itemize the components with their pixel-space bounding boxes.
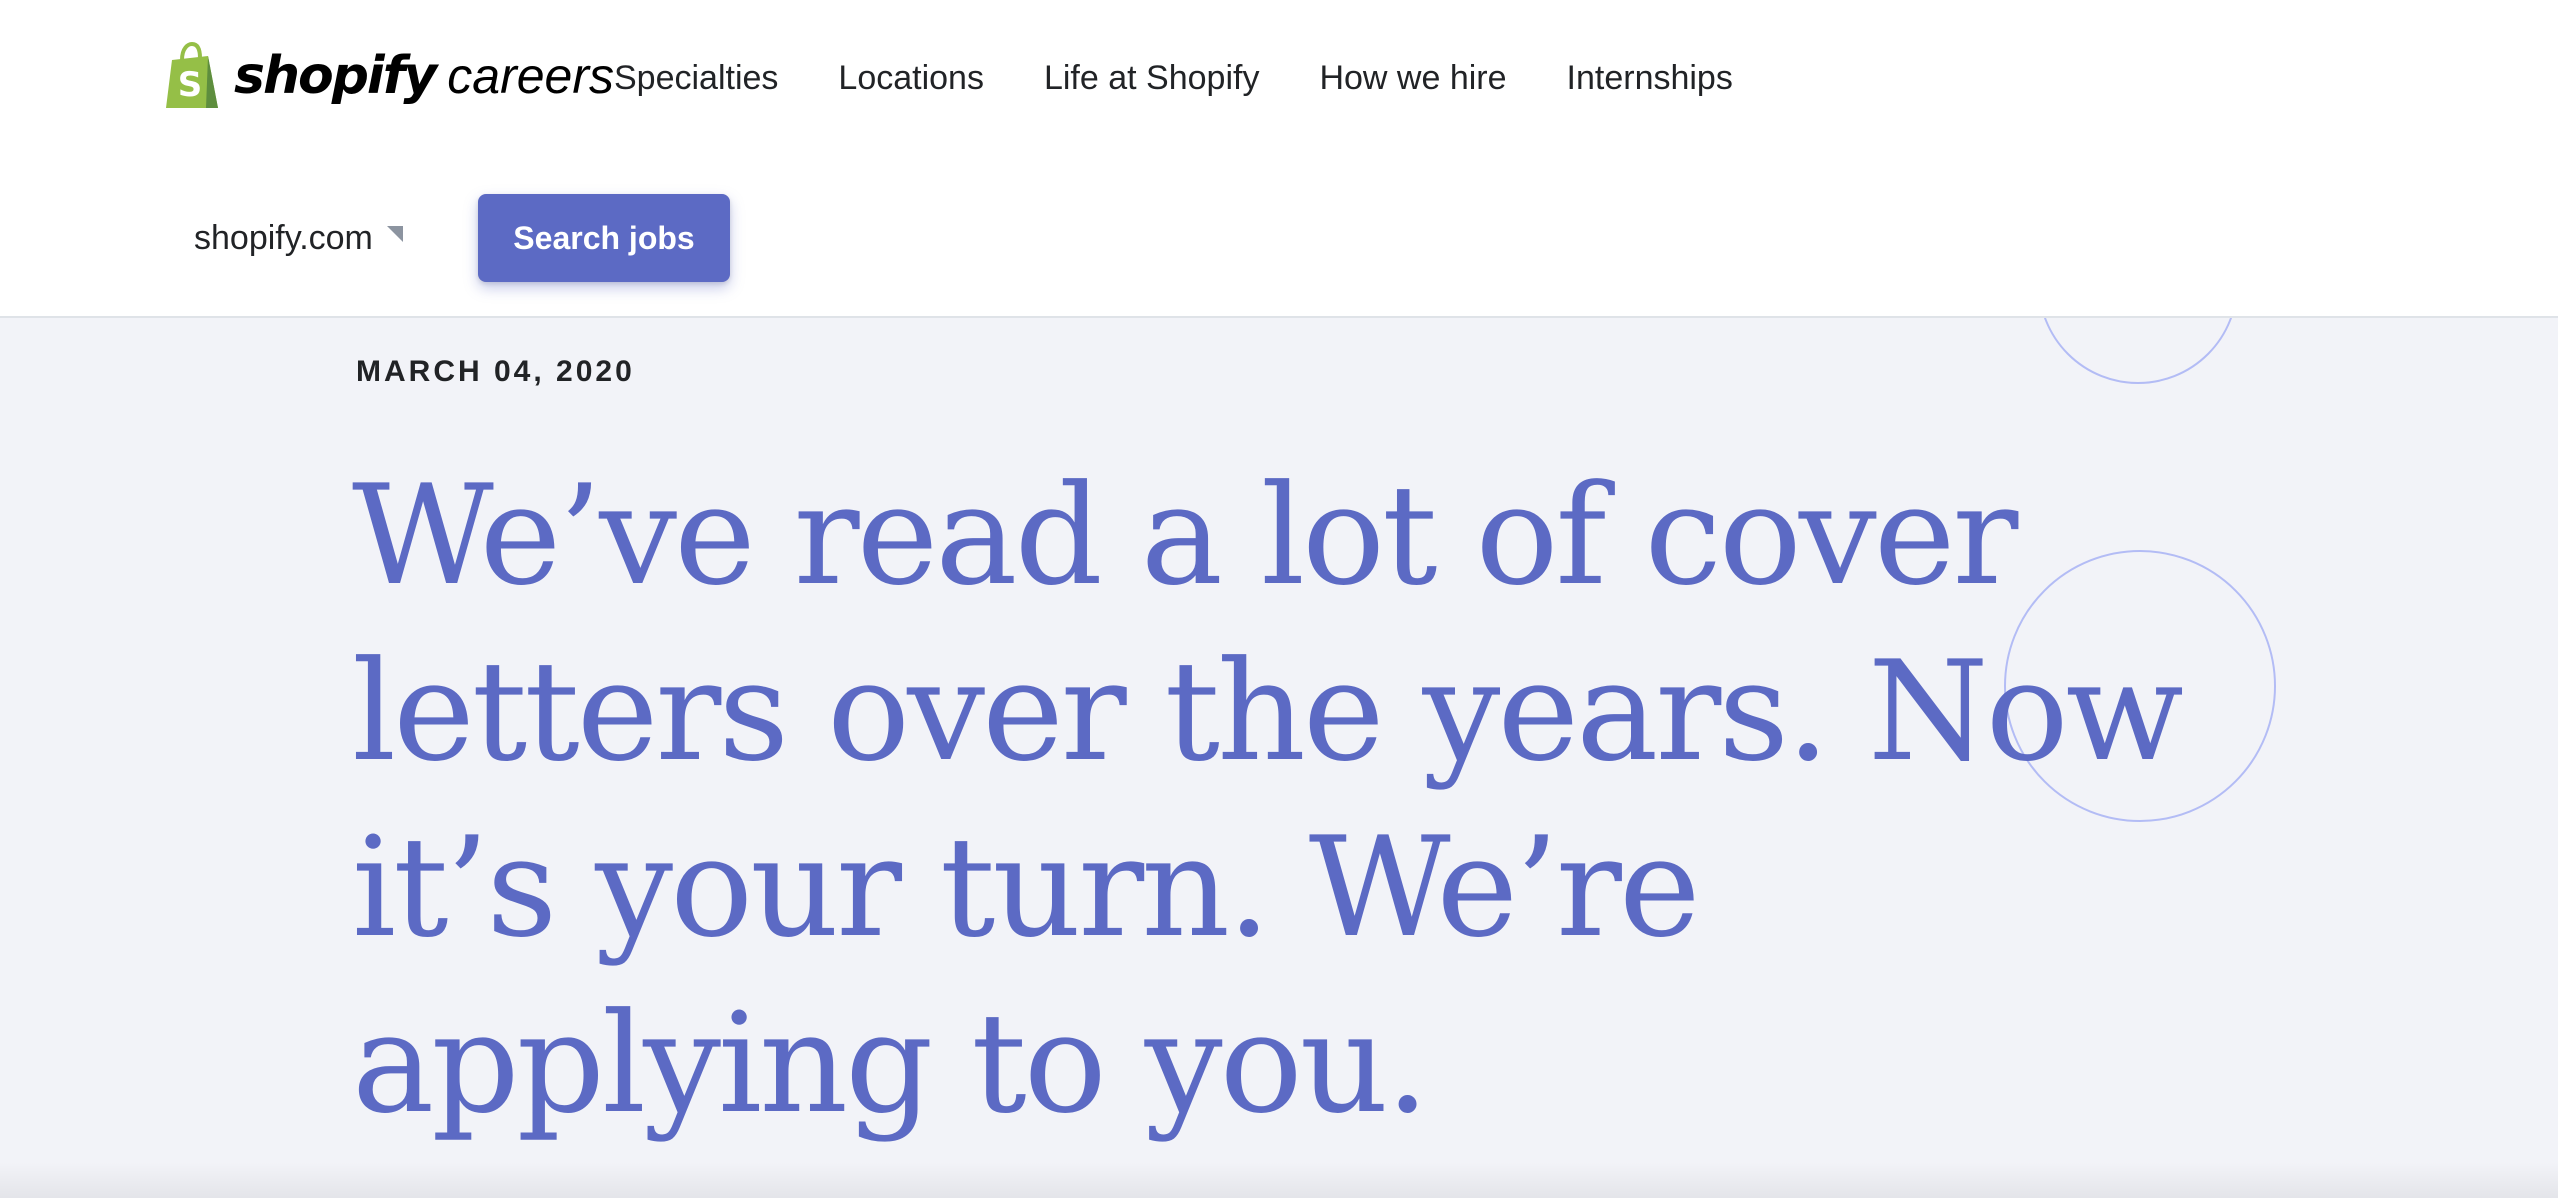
nav-link-locations[interactable]: Locations	[838, 54, 984, 102]
nav-link-life-at-shopify[interactable]: Life at Shopify	[1044, 54, 1259, 102]
nav-link-internships[interactable]: Internships	[1567, 54, 1733, 102]
logo-subtitle: careers	[447, 48, 614, 104]
article-hero: MARCH 04, 2020 We’ve read a lot of cover…	[0, 318, 2558, 1198]
main-nav: Specialties Locations Life at Shopify Ho…	[614, 54, 1733, 102]
nav-link-specialties[interactable]: Specialties	[614, 54, 778, 102]
search-jobs-button[interactable]: Search jobs	[478, 194, 730, 282]
site-header: S shopify careers Specialties Locations …	[0, 0, 2558, 318]
section-bottom-shadow	[0, 1162, 2558, 1198]
logo-wordmark: shopify	[234, 46, 437, 106]
nav-link-how-we-hire[interactable]: How we hire	[1319, 54, 1506, 102]
bag-letter: S	[178, 65, 203, 105]
region-selector-label: shopify.com	[194, 219, 373, 257]
region-selector[interactable]: shopify.com	[194, 212, 403, 264]
article-headline: We’ve read a lot of cover letters over t…	[352, 455, 2184, 1144]
shopify-bag-icon: S	[166, 42, 218, 108]
decorative-circle-top	[2038, 318, 2238, 384]
shopify-careers-logo[interactable]: S shopify careers	[162, 42, 614, 110]
caret-down-icon	[386, 226, 403, 242]
article-date: MARCH 04, 2020	[356, 355, 635, 388]
